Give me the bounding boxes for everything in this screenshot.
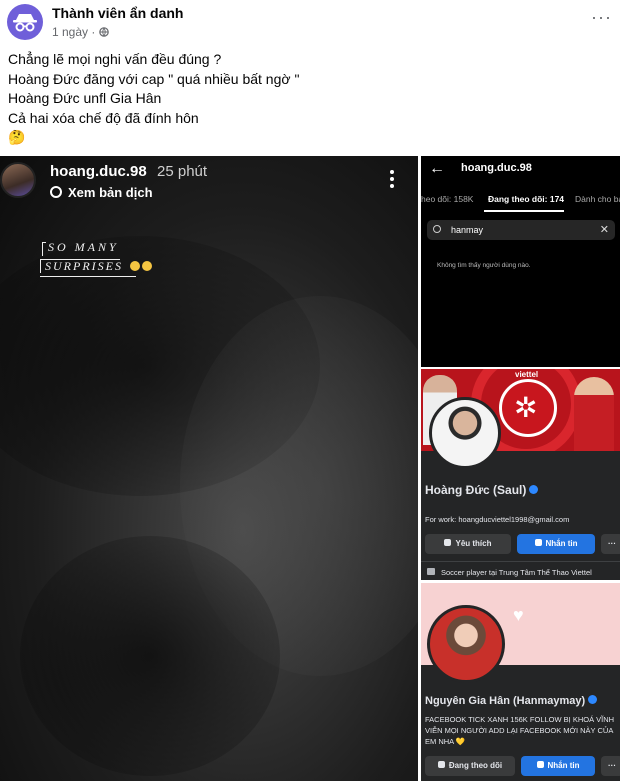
post-author[interactable]: Thành viên ẩn danh (52, 5, 183, 21)
profile-picture[interactable] (427, 605, 505, 683)
following-list-screenshot: ← hoang.duc.98 heo dõi: 158K Đang theo d… (421, 156, 620, 367)
story-screenshot[interactable]: hoang.duc.98 25 phút Xem bản dịch SO MAN… (0, 156, 418, 781)
verified-badge-icon (529, 485, 539, 494)
translate-label: Xem bản dịch (68, 185, 153, 200)
following-icon (437, 761, 445, 768)
search-value: hanmay (451, 225, 484, 235)
profile-name-text: Hoàng Đức (Saul) (425, 483, 527, 497)
profile-card-hoang-duc: ✲ viettel Hoàng Đức (Saul) For work: hoa… (421, 369, 620, 580)
about-text: Soccer player tại Trung Tâm Thể Thao Vie… (441, 568, 592, 577)
profile-name-text: Nguyên Gia Hân (Hanmaymay) (425, 695, 586, 707)
profile-bio: FACEBOOK TICK XANH 156K FOLLOW BỊ KHOÁ V… (425, 715, 615, 746)
more-button[interactable]: ··· (601, 534, 620, 554)
following-button[interactable]: Đang theo dõi (425, 756, 515, 776)
story-more-button[interactable] (390, 170, 396, 192)
active-tab-indicator (484, 210, 564, 212)
club-logo: ✲ (499, 379, 557, 437)
caption-line: Hoàng Đức đăng với cap " quá nhiều bất n… (8, 70, 300, 87)
caption-line: Cả hai xóa chế độ đã đính hôn (8, 109, 199, 126)
more-button[interactable]: ··· (601, 756, 620, 776)
messenger-icon (534, 539, 542, 546)
like-button[interactable]: Yêu thích (425, 534, 511, 554)
post-time: 1 ngày · (52, 25, 99, 39)
briefcase-icon (427, 568, 435, 575)
tab-following[interactable]: Đang theo dõi: 174 (488, 194, 564, 204)
message-button[interactable]: Nhắn tin (517, 534, 595, 554)
translate-link[interactable]: Xem bản dịch (50, 185, 153, 200)
story-background-shadow (20, 536, 280, 776)
back-arrow-icon[interactable]: ← (429, 160, 445, 178)
story-avatar[interactable] (0, 162, 36, 198)
cover-player (574, 377, 614, 451)
search-icon (433, 225, 441, 233)
follow-tabs: heo dõi: 158K Đang theo dõi: 174 Dành ch… (421, 190, 620, 212)
following-search-input[interactable]: hanmay ✕ (427, 220, 615, 240)
post-menu-button[interactable]: ··· (591, 8, 612, 26)
post-timestamp[interactable]: 1 ngày · (52, 25, 109, 39)
translate-icon (50, 186, 62, 198)
sticker-line-1: SO MANY (48, 240, 119, 254)
brand-text: viettel (515, 370, 539, 379)
caption-line: Chẳng lẽ mọi nghi vấn đều đúng ? (8, 51, 222, 67)
incognito-icon (13, 14, 37, 32)
heart-icon: ♥ (513, 605, 524, 625)
sticker-line-2: SURPRISES (45, 259, 152, 274)
message-button[interactable]: Nhắn tin (521, 756, 595, 776)
like-label: Yêu thích (455, 539, 492, 548)
divider (421, 561, 620, 562)
work-email: For work: hoangducviettel1998@gmail.com (425, 515, 570, 524)
tab-suggested[interactable]: Dành cho ba (575, 194, 620, 204)
smile-emoji-icon (141, 261, 152, 271)
story-username[interactable]: hoang.duc.98 (50, 163, 147, 180)
tab-followers[interactable]: heo dõi: 158K (421, 194, 473, 204)
clear-icon[interactable]: ✕ (600, 223, 609, 236)
post-header: Thành viên ẩn danh 1 ngày · ··· (0, 0, 620, 44)
story-time: 25 phút (157, 163, 208, 180)
message-label: Nhắn tin (547, 761, 580, 770)
following-username: hoang.duc.98 (461, 162, 532, 174)
verified-badge-icon (588, 695, 598, 704)
globe-icon (98, 27, 109, 37)
profile-name: Nguyên Gia Hân (Hanmaymay) (425, 695, 598, 707)
about-item: Soccer player tại Trung Tâm Thể Thao Vie… (427, 568, 592, 577)
profile-picture[interactable] (429, 397, 501, 469)
post-caption: Chẳng lẽ mọi nghi vấn đều đúng ? Hoàng Đ… (8, 50, 608, 148)
following-label: Đang theo dõi (448, 761, 503, 770)
anonymous-avatar[interactable] (7, 4, 43, 40)
smile-emoji-icon (129, 261, 140, 271)
empty-result-text: Không tìm thấy người dùng nào. (437, 262, 531, 269)
caption-line: Hoàng Đức unfl Gia Hân (8, 90, 162, 106)
profile-card-gia-han: ♥ Nguyên Gia Hân (Hanmaymay) FACEBOOK TI… (421, 583, 620, 781)
thinking-emoji: 🤔 (8, 129, 26, 145)
star-icon (444, 539, 452, 546)
sticker-line-2-text: SURPRISES (45, 259, 123, 273)
messenger-icon (536, 761, 544, 768)
message-label: Nhắn tin (545, 539, 578, 548)
story-text-sticker: SO MANY SURPRISES (40, 240, 170, 280)
profile-name: Hoàng Đức (Saul) (425, 483, 539, 497)
